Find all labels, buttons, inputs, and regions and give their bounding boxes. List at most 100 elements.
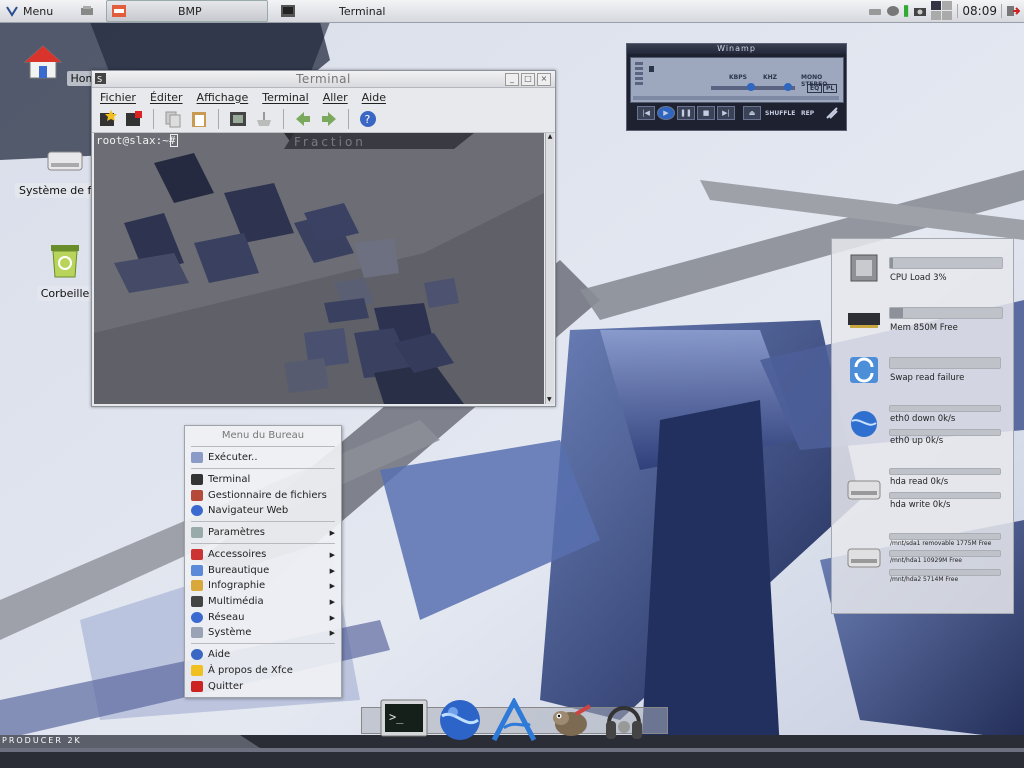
dock-audio-player-icon[interactable] [603,697,645,743]
copy-icon [165,111,181,128]
menu-aide[interactable]: Aide [362,91,386,104]
menu-item-accessoires[interactable]: Accessoires ▶ [189,547,337,562]
scroll-down-icon[interactable]: ▼ [547,396,552,403]
menu-button[interactable]: Menu [0,1,66,21]
menu-item-systeme[interactable]: Système ▶ [189,625,337,640]
fullscreen-button[interactable] [228,109,248,129]
pause-icon[interactable]: ❚❚ [677,106,695,120]
taskbar-item-label: BMP [178,4,202,18]
hda-read-label: hda read 0k/s [890,477,949,487]
menu-separator [191,521,335,522]
menu-item-label: Quitter [208,681,244,692]
run-icon [191,452,203,463]
new-window-button[interactable] [124,109,144,129]
paste-button[interactable] [189,109,209,129]
drive-tray-icon[interactable] [868,5,882,17]
next-icon[interactable]: ▶| [717,106,735,120]
menu-affichage[interactable]: Affichage [197,91,249,104]
menu-item-label: Infographie [208,580,266,591]
stop-icon[interactable]: ■ [697,106,715,120]
scroll-up-icon[interactable]: ▲ [547,134,553,140]
winamp-shuffle-button[interactable]: SHUFFLE [765,110,795,117]
menu-item-aide[interactable]: Aide [189,647,337,662]
system-gear-icon [191,627,203,638]
back-button[interactable] [293,109,313,129]
menu-aller[interactable]: Aller [323,91,348,104]
menu-editer[interactable]: Éditer [150,91,183,104]
hda-write-label: hda write 0k/s [890,500,951,510]
menu-item-quitter[interactable]: Quitter [189,679,337,694]
winamp-eq-button[interactable]: EQ [807,84,823,93]
terminal-titlebar[interactable]: S Terminal _ □ × [92,71,555,88]
fullscreen-icon [230,112,246,126]
eject-icon[interactable]: ⏏ [743,106,761,120]
menu-item-infographie[interactable]: Infographie ▶ [189,578,337,593]
submenu-arrow-icon: ▶ [329,597,335,606]
menu-item-terminal[interactable]: Terminal [189,472,337,487]
memory-bar [889,307,1003,319]
winamp-seek-bar[interactable] [633,96,839,100]
menu-separator [191,446,335,447]
dock-terminal-icon[interactable]: >_ [380,699,428,739]
maximize-button[interactable]: □ [521,73,535,86]
menu-fichier[interactable]: Fichier [100,91,136,104]
menu-item-bureautique[interactable]: Bureautique ▶ [189,563,337,578]
terminal-scrollbar[interactable]: ▲ ▼ [545,133,554,404]
forward-button[interactable] [319,109,339,129]
terminal-icon [191,474,203,485]
camera-icon[interactable] [913,5,927,17]
clear-button[interactable] [254,109,274,129]
menu-item-about-xfce[interactable]: À propos de Xfce [189,663,337,678]
winamp-volume-slider[interactable] [711,83,781,91]
menu-item-executer[interactable]: Exécuter.. [189,450,337,465]
new-window-icon [126,111,142,126]
eth0-up-bar [889,429,1001,436]
menu-item-multimedia[interactable]: Multimédia ▶ [189,594,337,609]
help-icon [191,649,203,660]
clock[interactable]: 08:09 [957,4,1002,18]
dock-web-browser-icon[interactable] [438,698,482,742]
desktop-icon-label: Corbeille [36,286,94,301]
dock-editor-icon[interactable] [490,698,538,742]
workspace-switcher-icon[interactable] [931,1,953,21]
taskbar-item-bmp[interactable]: BMP [106,0,268,22]
desktop-menu-title: Menu du Bureau [221,430,305,441]
menu-item-reseau[interactable]: Réseau ▶ [189,610,337,625]
winamp-balance-slider[interactable] [781,83,795,91]
settings-icon [191,527,203,538]
taskbar-item-terminal[interactable]: Terminal [276,1,436,21]
copy-button[interactable] [163,109,183,129]
home-icon [23,45,63,79]
desktop-menu: Menu du Bureau Exécuter.. Terminal Gesti… [184,425,342,698]
disk-tray-icon[interactable] [886,5,900,17]
menu-item-label: Réseau [208,612,245,623]
menu-item-parametres[interactable]: Paramètres ▶ [189,525,337,540]
terminal-prompt: root@slax:~# [96,134,176,147]
help-button[interactable]: ? [358,109,378,129]
hard-drive-icon [47,151,83,171]
svg-text:>_: >_ [389,710,404,724]
menu-item-web-browser[interactable]: Navigateur Web [189,503,337,518]
show-desktop-icon[interactable] [80,5,94,17]
mount-hda1-label: /mnt/hda1 10929M Free [890,557,962,564]
winamp-pl-button[interactable]: PL [823,84,838,93]
menu-item-file-manager[interactable]: Gestionnaire de fichiers [189,488,337,503]
terminal-output[interactable]: Fraction root@slax:~# [94,133,544,404]
menu-terminal[interactable]: Terminal [262,91,309,104]
winamp-titlebar[interactable]: Winamp [627,44,846,54]
previous-icon[interactable]: |◀ [637,106,655,120]
logout-icon[interactable] [1006,5,1020,17]
play-icon[interactable]: ▶ [657,106,675,120]
menu-item-label: Aide [208,649,231,660]
arrow-left-icon [296,112,310,126]
new-tab-button[interactable] [98,109,118,129]
swap-icon [850,357,878,383]
dock-gimp-icon[interactable] [545,702,595,738]
terminal-window-title: Terminal [296,72,351,86]
eth0-down-bar [889,405,1001,412]
winamp-repeat-button[interactable]: REP [801,110,814,117]
menu-item-label: Bureautique [208,565,270,576]
minimize-button[interactable]: _ [505,73,519,86]
close-button[interactable]: × [537,73,551,86]
paste-icon [192,112,206,127]
